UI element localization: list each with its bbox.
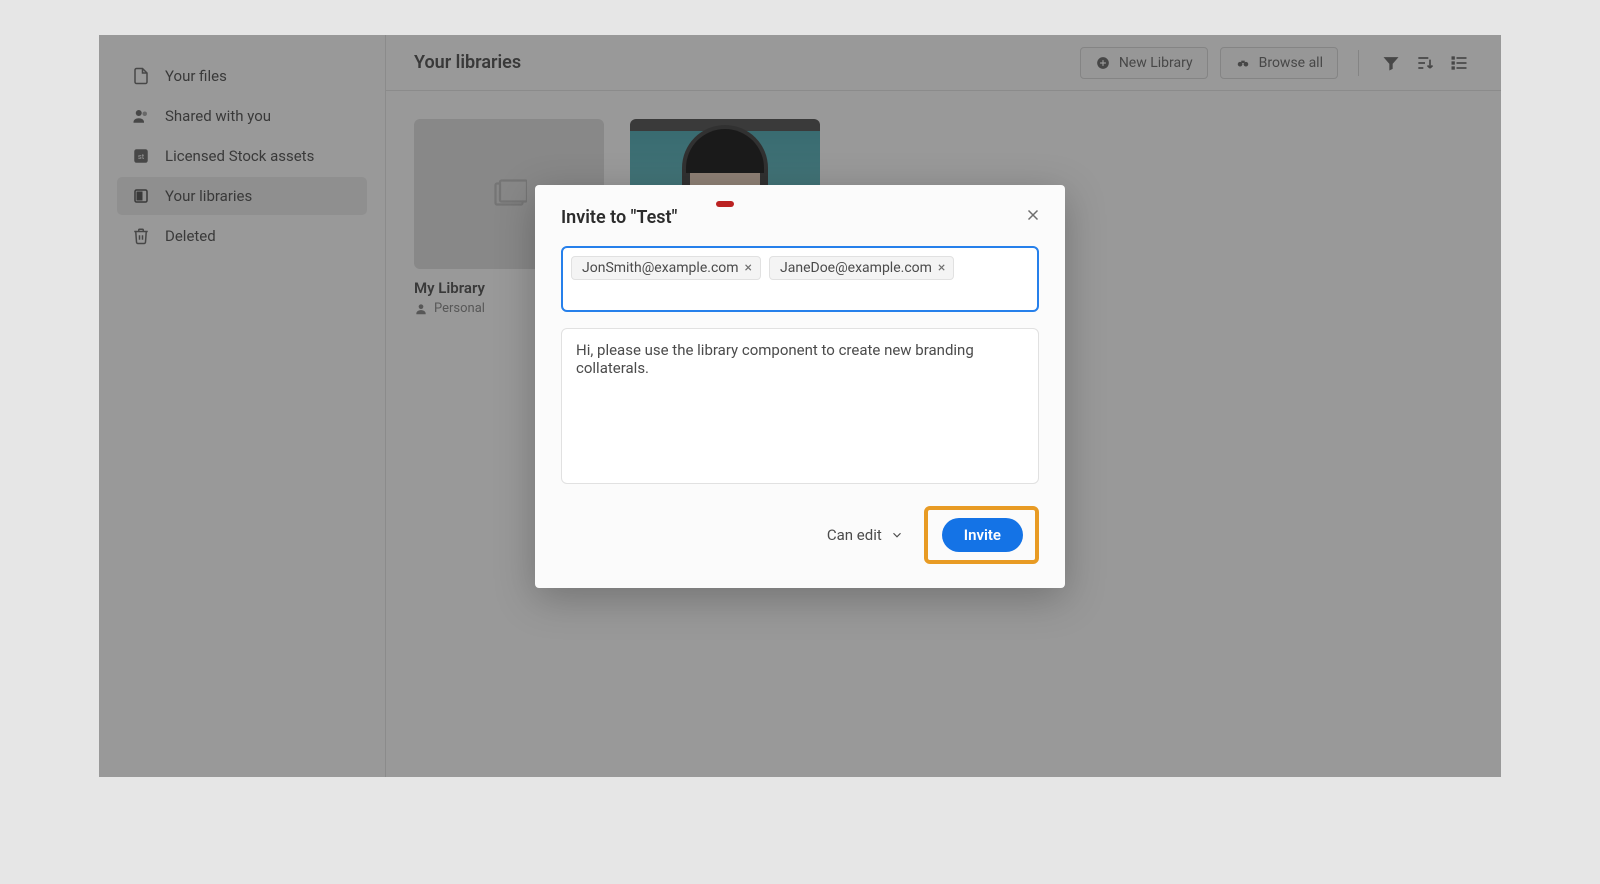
email-chip-label: JaneDoe@example.com: [780, 260, 932, 276]
remove-chip-button[interactable]: ×: [938, 261, 945, 275]
invite-dialog: Invite to "Test" JonSmith@example.com × …: [535, 185, 1065, 588]
invite-button[interactable]: Invite: [942, 518, 1023, 552]
message-input[interactable]: [561, 328, 1039, 484]
dialog-footer: Can edit Invite: [561, 506, 1039, 564]
invite-highlight: Invite: [924, 506, 1039, 564]
dialog-title: Invite to "Test": [561, 207, 1039, 228]
email-chip: JonSmith@example.com ×: [571, 256, 761, 280]
close-button[interactable]: [1021, 203, 1045, 227]
email-chip: JaneDoe@example.com ×: [769, 256, 954, 280]
chevron-down-icon: [890, 528, 904, 542]
app-window: Your files Shared with you st Licensed S…: [99, 35, 1501, 777]
remove-chip-button[interactable]: ×: [745, 261, 752, 275]
email-chip-label: JonSmith@example.com: [582, 260, 739, 276]
permission-label: Can edit: [827, 526, 882, 544]
permission-dropdown[interactable]: Can edit: [827, 526, 904, 544]
email-input[interactable]: JonSmith@example.com × JaneDoe@example.c…: [561, 246, 1039, 312]
modal-overlay: Invite to "Test" JonSmith@example.com × …: [99, 35, 1501, 777]
close-icon: [1024, 206, 1042, 224]
